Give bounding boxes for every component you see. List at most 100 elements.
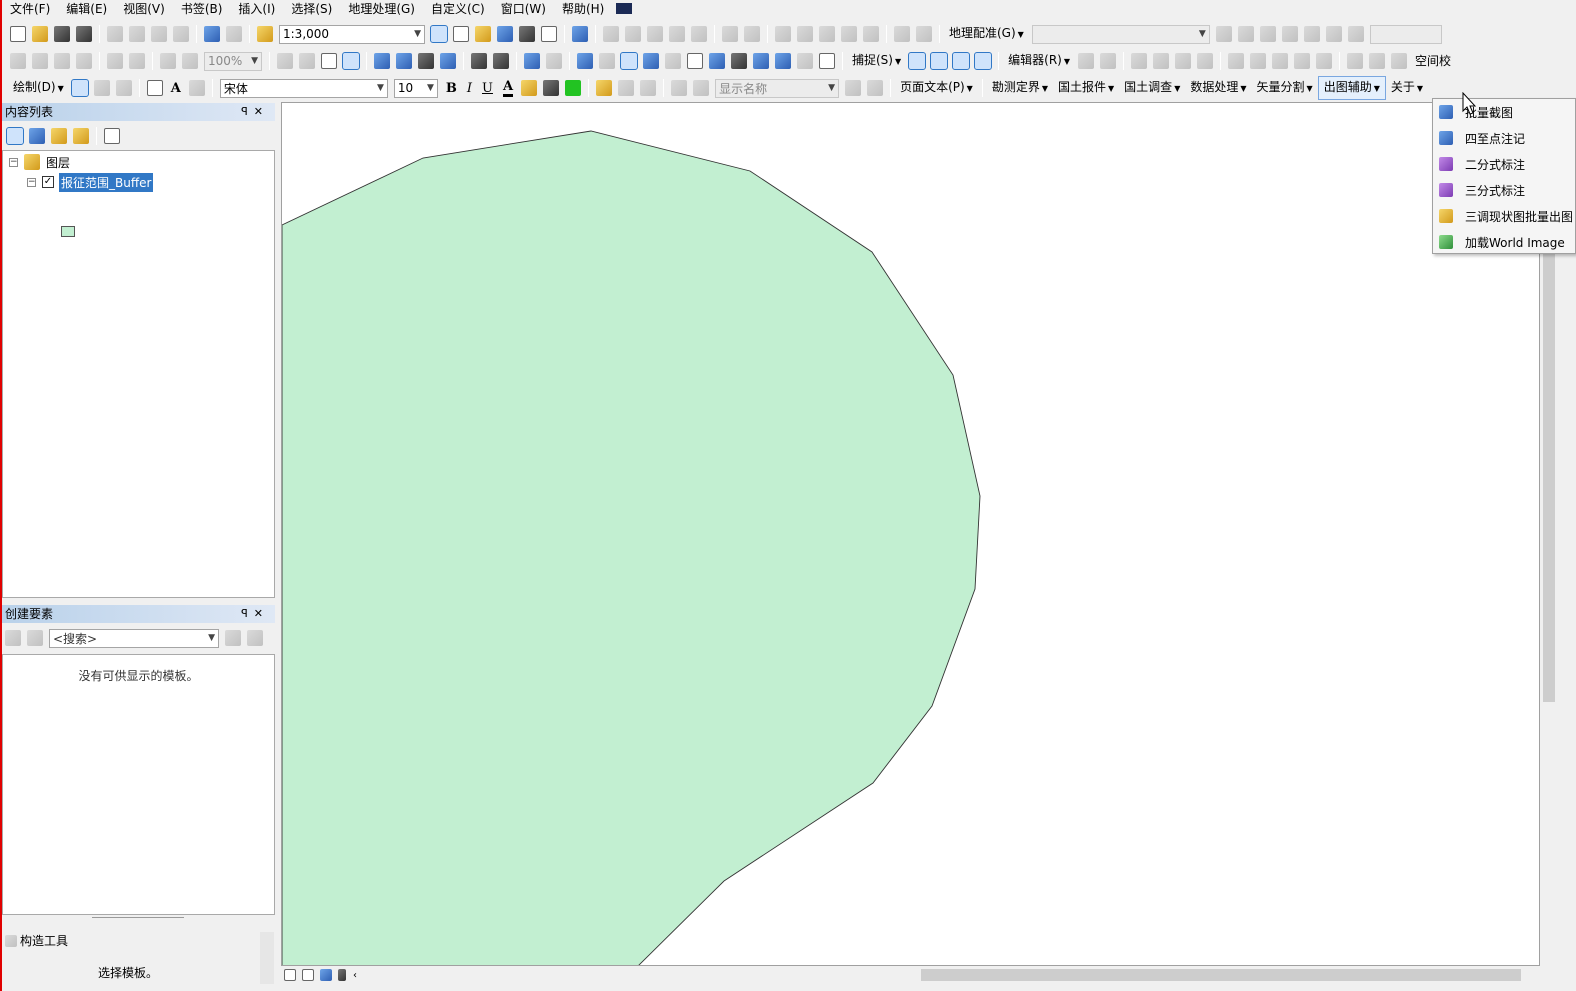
select-elements-arrow-icon[interactable] (70, 79, 89, 97)
menu-insert[interactable]: 插入(I) (230, 1, 283, 17)
editor-menu[interactable]: 编辑器(R) ▼ (1003, 50, 1075, 72)
clear-search-icon[interactable] (247, 630, 263, 646)
menu-geoprocessing[interactable]: 地理处理(G) (340, 1, 423, 17)
menu-view[interactable]: 视图(V) (115, 1, 173, 17)
rectangle-icon[interactable] (146, 80, 163, 96)
zoom-in-icon[interactable] (374, 53, 390, 69)
search-icon[interactable] (225, 630, 241, 646)
menu-windows[interactable]: 窗口(W) (493, 1, 554, 17)
python-window-icon[interactable] (541, 26, 557, 42)
options-icon[interactable] (104, 128, 120, 144)
load-world-image-item[interactable]: 加载World Image (1433, 229, 1576, 255)
buffer-polygon[interactable] (282, 130, 981, 966)
font-combo[interactable]: 宋体 ▼ (219, 78, 388, 98)
marker-color-icon[interactable] (565, 80, 582, 96)
model-builder-icon[interactable] (572, 26, 588, 42)
identify-icon[interactable] (643, 53, 659, 69)
select-elements-icon[interactable] (620, 52, 638, 70)
measure-icon[interactable] (709, 53, 725, 69)
refresh-view-icon[interactable] (320, 969, 332, 981)
drawing-menu[interactable]: 绘制(D) ▼ (8, 77, 69, 99)
list-by-visibility-icon[interactable] (51, 128, 67, 144)
search-window-icon[interactable] (497, 26, 513, 42)
layers-root[interactable]: − 图层 (9, 153, 70, 171)
full-extent-icon[interactable] (440, 53, 456, 69)
new-document-icon[interactable] (10, 26, 26, 42)
pause-drawing-icon[interactable] (338, 969, 346, 981)
arctoolbox-icon[interactable] (519, 26, 535, 42)
pan-icon[interactable] (418, 53, 434, 69)
fixed-zoom-out-map-icon[interactable] (493, 53, 509, 69)
close-icon[interactable]: ✕ (254, 607, 269, 620)
new-text-icon[interactable]: A (171, 81, 181, 96)
label-manager-icon[interactable] (596, 80, 613, 96)
menu-help[interactable]: 帮助(H) (554, 1, 612, 17)
font-size-combo[interactable]: 10 ▼ (393, 78, 438, 98)
menu-bookmarks[interactable]: 书签(B) (173, 1, 231, 17)
data-processing-menu[interactable]: 数据处理 ▼ (1185, 77, 1251, 99)
page-text-menu[interactable]: 页面文本(P) ▼ (895, 77, 978, 99)
snapping-menu[interactable]: 捕捉(S) ▼ (847, 50, 906, 72)
map-view[interactable] (281, 102, 1540, 966)
cut-icon[interactable] (107, 26, 123, 42)
font-color-button[interactable]: A (502, 79, 514, 97)
menu-selection[interactable]: 选择(S) (283, 1, 340, 17)
layer-symbol-swatch[interactable] (61, 226, 75, 237)
list-by-selection-icon[interactable] (73, 128, 89, 144)
scrollbar-thumb[interactable] (921, 969, 1521, 981)
bold-button[interactable]: B (446, 81, 457, 96)
editor-toolbar-icon[interactable] (430, 25, 448, 43)
batch-map-export-item[interactable]: 三调现状图批量出图 (1433, 203, 1576, 229)
data-driven-pages-icon[interactable] (342, 52, 360, 70)
underline-button[interactable]: U (482, 81, 493, 96)
zoom-out-icon[interactable] (396, 53, 412, 69)
layer-name[interactable]: 报征范围_Buffer (59, 172, 154, 192)
collapse-icon[interactable]: − (27, 177, 36, 187)
vertex-snapping-icon[interactable] (952, 52, 971, 70)
undo-icon[interactable] (204, 26, 220, 42)
layer-visibility-checkbox[interactable]: ✓ (42, 176, 54, 188)
scroll-left-icon[interactable]: ‹ (353, 970, 357, 981)
boundary-point-annotation-item[interactable]: 四至点注记 (1433, 125, 1576, 151)
construction-tools-scrollbar[interactable] (260, 932, 274, 984)
menu-file[interactable]: 文件(F) (2, 1, 58, 17)
add-data-icon[interactable] (257, 26, 273, 42)
vector-split-menu[interactable]: 矢量分割 ▼ (1252, 77, 1318, 99)
paste-icon[interactable] (151, 26, 167, 42)
fill-color-icon[interactable] (521, 80, 538, 96)
line-color-icon[interactable] (543, 80, 560, 96)
pin-icon[interactable]: ꟼ (241, 105, 254, 118)
two-part-label-item[interactable]: 二分式标注 (1433, 151, 1576, 177)
delete-icon[interactable] (173, 26, 189, 42)
template-search-input[interactable]: <搜索> ▼ (49, 628, 219, 648)
html-popup-icon[interactable] (687, 53, 703, 69)
point-snapping-icon[interactable] (908, 52, 927, 70)
fixed-zoom-in-map-icon[interactable] (471, 53, 487, 69)
redo-icon[interactable] (226, 26, 242, 42)
map-output-menu[interactable]: 出图辅助 ▼ (1317, 76, 1386, 100)
catalog-icon[interactable] (475, 26, 491, 42)
find-icon[interactable] (731, 53, 747, 69)
italic-button[interactable]: I (467, 81, 472, 96)
print-icon[interactable] (76, 26, 92, 42)
map-horizontal-scrollbar[interactable]: ‹ (281, 966, 1540, 984)
go-to-xy-icon[interactable] (775, 53, 791, 69)
close-icon[interactable]: ✕ (254, 105, 269, 118)
splitter[interactable] (92, 917, 184, 918)
list-by-drawing-order-icon[interactable] (6, 127, 24, 145)
land-report-menu[interactable]: 国土报件 ▼ (1053, 77, 1119, 99)
save-icon[interactable] (54, 26, 70, 42)
change-layout-icon[interactable] (321, 53, 337, 69)
data-view-icon[interactable] (284, 969, 296, 981)
collapse-icon[interactable]: − (9, 157, 18, 167)
copy-icon[interactable] (129, 26, 145, 42)
end-snapping-icon[interactable] (930, 52, 949, 70)
map-scale-combo[interactable]: 1:3,000 ▼ (279, 24, 425, 44)
select-features-icon[interactable] (577, 53, 593, 69)
menu-customize[interactable]: 自定义(C) (423, 1, 493, 17)
edge-snapping-icon[interactable] (974, 52, 993, 70)
pin-icon[interactable]: ꟼ (241, 607, 254, 620)
land-survey-menu[interactable]: 国土调查 ▼ (1119, 77, 1185, 99)
find-route-icon[interactable] (753, 53, 769, 69)
batch-screenshot-item[interactable]: 批量截图 (1433, 99, 1576, 125)
